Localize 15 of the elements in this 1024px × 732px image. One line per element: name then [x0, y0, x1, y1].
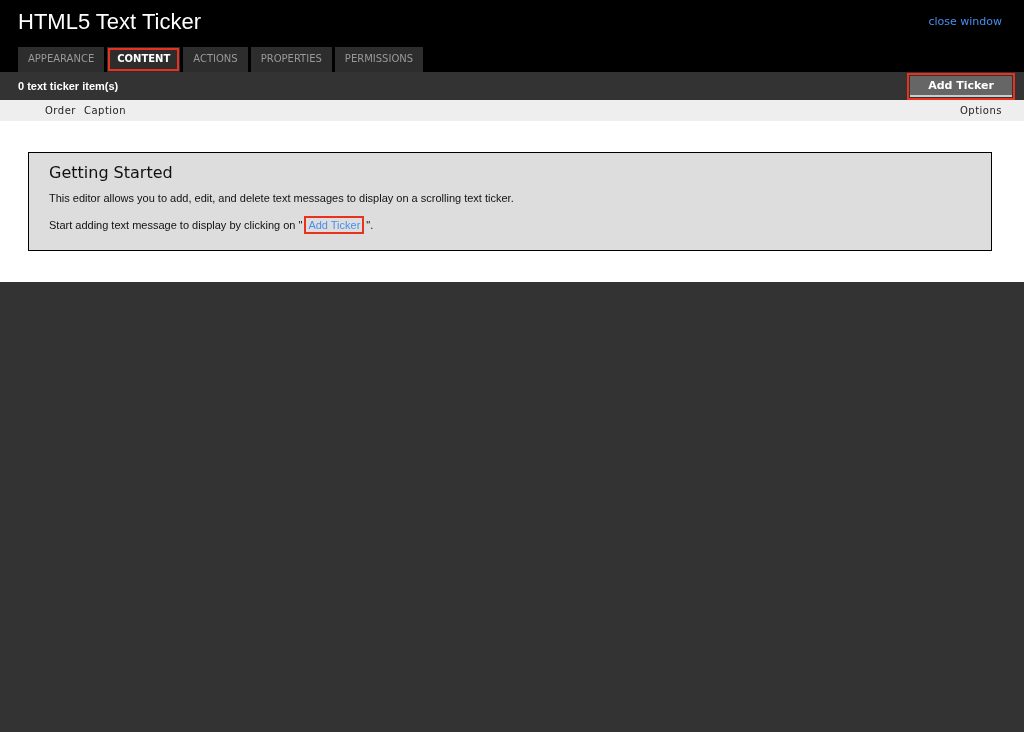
- close-window-link[interactable]: close window: [928, 15, 1002, 28]
- tab[interactable]: CONTENT: [107, 47, 181, 72]
- tab[interactable]: PERMISSIONS: [334, 47, 424, 72]
- panel-text: This editor allows you to add, edit, and delete text messages to display on a scrolling text ticker.: [49, 192, 515, 204]
- column-header: Options: [959, 105, 1002, 116]
- panel-text: Start adding text message to display by clicking on " Add Ticker ".: [49, 216, 971, 234]
- column-header: Order: [45, 105, 76, 116]
- column-header: Caption: [83, 105, 127, 116]
- item-count: 0 text ticker item(s): [18, 80, 119, 92]
- tab[interactable]: PROPERTIES: [250, 47, 332, 72]
- tab[interactable]: ACTIONS: [183, 47, 248, 72]
- panel-title: Getting Started: [49, 163, 174, 182]
- tab[interactable]: APPEARANCE: [18, 47, 105, 72]
- add-ticker-button[interactable]: Add Ticker: [910, 75, 1012, 97]
- window-title: HTML5 Text Ticker: [18, 9, 201, 35]
